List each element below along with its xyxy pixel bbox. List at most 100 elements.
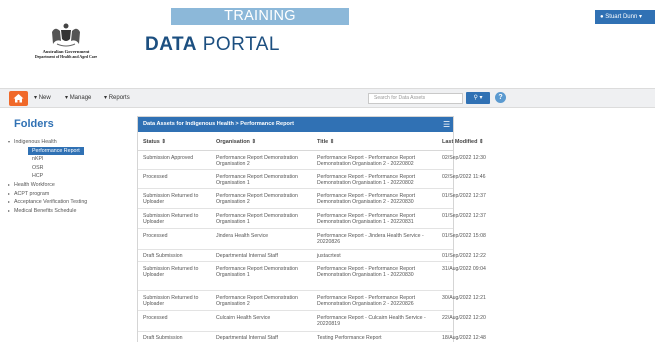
folder-performance-report[interactable]: Performance Report	[8, 146, 128, 156]
folder-label: Indigenous Health	[14, 139, 57, 145]
search-icon: ⚲	[473, 95, 478, 101]
cell-title[interactable]: Performance Report - Performance Report …	[317, 155, 441, 168]
cell-organisation: Jindera Health Service	[216, 233, 269, 239]
cell-status: Submission Returned to Uploader	[143, 295, 199, 308]
chevron-down-icon: ▾	[479, 95, 483, 101]
manage-menu-button[interactable]: ▾ Manage	[65, 94, 91, 101]
folder-label: Performance Report	[28, 146, 84, 156]
folder-health-workforce[interactable]: ▸ Health Workforce	[8, 181, 128, 190]
home-icon	[13, 94, 24, 103]
folder-osr[interactable]: OSR	[8, 164, 128, 173]
caret-right-icon: ▸	[8, 190, 11, 196]
caret-right-icon: ▸	[8, 207, 11, 213]
cell-last-modified: 22/Aug/2022 12:20	[442, 315, 486, 321]
cell-title[interactable]: justacrtest	[317, 253, 441, 259]
table-row[interactable]: Processed Jindera Health Service Perform…	[138, 229, 486, 250]
help-icon[interactable]: ?	[495, 92, 506, 103]
table-row[interactable]: Submission Approved Performance Report D…	[138, 151, 486, 170]
cell-status: Draft Submission	[143, 253, 183, 259]
reports-menu-button[interactable]: ▾ Reports	[104, 94, 130, 101]
search-button[interactable]: ⚲ ▾	[466, 92, 490, 104]
folder-medical-benefits-schedule[interactable]: ▸ Medical Benefits Schedule	[8, 207, 128, 216]
cell-last-modified: 02/Sep/2022 11:46	[442, 174, 486, 180]
column-header-organisation[interactable]: Organisation ⇕	[216, 134, 256, 150]
portal-title[interactable]: DATA PORTAL	[145, 34, 280, 56]
cell-last-modified: 30/Aug/2022 12:21	[442, 295, 486, 301]
cell-last-modified: 01/Sep/2022 12:37	[442, 213, 486, 219]
coat-of-arms-icon	[52, 23, 80, 47]
cell-title[interactable]: Performance Report - Jindera Health Serv…	[317, 233, 441, 246]
cell-status: Submission Returned to Uploader	[143, 193, 199, 206]
new-label: New	[38, 95, 51, 101]
portal-title-bold: DATA	[145, 34, 197, 55]
cell-organisation: Performance Report Demonstration Organis…	[216, 174, 298, 187]
cell-organisation: Culcairn Health Service	[216, 315, 271, 321]
chevron-down-icon: ▾	[34, 95, 38, 101]
folders-heading: Folders	[14, 118, 54, 130]
folder-acceptance-verification-testing[interactable]: ▸ Acceptance Verification Testing	[8, 198, 128, 207]
cell-title[interactable]: Performance Report - Performance Report …	[317, 266, 441, 279]
folder-label: Health Workforce	[14, 181, 55, 188]
department-name: Department of Health and Aged Care	[34, 54, 98, 59]
caret-down-icon: ▾	[8, 139, 11, 144]
cell-last-modified: 01/Sep/2022 12:37	[442, 193, 486, 199]
search-input[interactable]: Search for Data Assets	[368, 93, 463, 104]
folder-label: OSR	[32, 164, 44, 171]
new-menu-button[interactable]: ▾ New	[34, 94, 51, 101]
folder-hcp[interactable]: HCP	[8, 172, 128, 181]
cell-last-modified: 18/Aug/2022 12:48	[442, 335, 486, 341]
cell-organisation: Departmental Internal Staff	[216, 335, 278, 341]
hamburger-menu-icon[interactable]: ☰	[443, 117, 450, 132]
folder-label: Acceptance Verification Testing	[14, 199, 88, 206]
cell-organisation: Performance Report Demonstration Organis…	[216, 213, 298, 226]
cell-status: Submission Returned to Uploader	[143, 213, 199, 226]
panel-title: Data Assets for Indigenous Health > Perf…	[138, 117, 453, 132]
toolbar: ▾ New ▾ Manage ▾ Reports Search for Data…	[0, 88, 655, 108]
chevron-down-icon: ▾	[639, 14, 643, 20]
cell-organisation: Performance Report Demonstration Organis…	[216, 295, 298, 308]
folder-tree: ▾ Indigenous Health Performance Report n…	[8, 138, 128, 215]
government-logo[interactable]: Australian Government Department of Heal…	[18, 22, 114, 72]
table-row[interactable]: Draft Submission Departmental Internal S…	[138, 250, 486, 262]
cell-status: Processed	[143, 233, 168, 239]
folder-label: nKPI	[32, 156, 44, 163]
cell-title[interactable]: Performance Report - Performance Report …	[317, 295, 441, 308]
cell-last-modified: 01/Sep/2022 15:08	[442, 233, 486, 239]
table-row[interactable]: Submission Returned to Uploader Performa…	[138, 291, 486, 311]
chevron-down-icon: ▾	[65, 95, 69, 101]
table-row[interactable]: Submission Returned to Uploader Performa…	[138, 189, 486, 209]
page-header: TRAINING ENVIRONMENT Australian Governme…	[0, 0, 655, 86]
folder-label: Medical Benefits Schedule	[14, 207, 77, 214]
cell-title[interactable]: Testing Performance Report	[317, 335, 441, 341]
column-header-title[interactable]: Title ⇕	[317, 134, 334, 150]
user-icon: ●	[600, 14, 604, 20]
cell-title[interactable]: Performance Report - Culcairn Health Ser…	[317, 315, 441, 328]
table-row[interactable]: Submission Returned to Uploader Performa…	[138, 262, 486, 291]
cell-status: Processed	[143, 315, 168, 321]
cell-last-modified: 02/Sep/2022 12:30	[442, 155, 486, 161]
folder-indigenous-health[interactable]: ▾ Indigenous Health	[8, 138, 128, 147]
training-environment-banner: TRAINING ENVIRONMENT	[171, 8, 349, 41]
user-menu-button[interactable]: ● Stuart Dunn ▾	[595, 10, 655, 24]
cell-title[interactable]: Performance Report - Performance Report …	[317, 193, 441, 206]
cell-title[interactable]: Performance Report - Performance Report …	[317, 174, 441, 187]
home-button[interactable]	[9, 91, 28, 106]
table-row[interactable]: Draft Submission Departmental Internal S…	[138, 332, 486, 342]
cell-last-modified: 01/Sep/2022 12:22	[442, 253, 486, 259]
cell-status: Submission Returned to Uploader	[143, 266, 199, 279]
column-header-last-modified[interactable]: Last Modified ⇕	[442, 134, 484, 150]
cell-title[interactable]: Performance Report - Performance Report …	[317, 213, 441, 226]
column-header-status[interactable]: Status ⇕	[143, 134, 166, 150]
reports-label: Reports	[108, 95, 130, 101]
table-row[interactable]: Processed Culcairn Health Service Perfor…	[138, 311, 486, 332]
folder-label: HCP	[32, 173, 44, 180]
table-row[interactable]: Processed Performance Report Demonstrati…	[138, 170, 485, 189]
data-assets-panel: Data Assets for Indigenous Health > Perf…	[137, 116, 486, 342]
cell-status: Submission Approved	[143, 155, 194, 161]
folder-nkpi[interactable]: nKPI	[8, 155, 128, 164]
folder-acpt-program[interactable]: ▸ ACPT program	[8, 190, 128, 199]
table-row[interactable]: Submission Returned to Uploader Performa…	[138, 209, 486, 229]
cell-organisation: Performance Report Demonstration Organis…	[216, 193, 298, 206]
cell-status: Draft Submission	[143, 335, 183, 341]
folder-label: ACPT program	[14, 190, 50, 197]
